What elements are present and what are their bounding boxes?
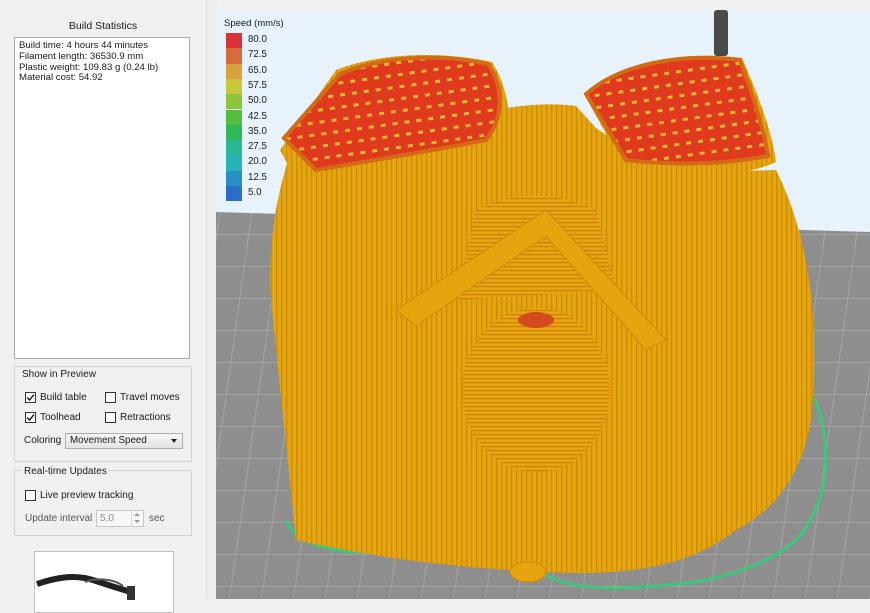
legend-title: Speed (mm/s): [224, 18, 284, 29]
legend-swatch: [226, 109, 242, 125]
travel-moves-label: Travel moves: [120, 392, 180, 403]
legend-value: 12.5: [248, 171, 267, 183]
coloring-label: Coloring: [24, 435, 62, 446]
realtime-updates-group: Real-time Updates Live preview tracking …: [14, 466, 192, 536]
spin-down-icon[interactable]: [134, 520, 140, 523]
legend-value: 5.0: [248, 187, 262, 198]
legend-swatch: [226, 94, 242, 110]
bottom-blob: [509, 561, 547, 583]
legend-swatch: [226, 170, 242, 186]
chevron-down-icon: [171, 439, 177, 443]
legend-entries: 80.0 72.5 65.0 57.5 50.0 42.5 35.0 27.5 20.0 12.5…: [224, 29, 284, 209]
retractions-label: Retractions: [120, 412, 171, 423]
print-preview-render[interactable]: [216, 10, 870, 599]
build-statistics-box[interactable]: Build time: 4 hours 44 minutes Filament …: [14, 37, 190, 359]
update-interval-value: 5,0: [100, 513, 114, 524]
legend-value: 72.5: [248, 49, 267, 61]
speed-legend: Speed (mm/s) 80.0 72.5 65.0 57.5 50.0 42.5 35.…: [224, 18, 284, 209]
cable-image-icon: [36, 574, 135, 600]
legend-value: 50.0: [248, 95, 267, 107]
coloring-dropdown-value: Movement Speed: [70, 435, 147, 446]
legend-value: 27.5: [248, 141, 267, 153]
legend-value: 42.5: [248, 110, 267, 122]
preview-viewport[interactable]: Speed (mm/s) 80.0 72.5 65.0 57.5 50.0 42.5 35.…: [216, 10, 870, 599]
legend-value: 20.0: [248, 156, 267, 168]
legend-value: 65.0: [248, 64, 267, 76]
central-dome: [462, 308, 610, 472]
build-table-label: Build table: [40, 392, 87, 403]
show-in-preview-title: Show in Preview: [22, 369, 96, 380]
checkbox-empty-icon: [25, 490, 36, 501]
spin-up-icon[interactable]: [134, 513, 140, 516]
update-interval-unit: sec: [149, 513, 165, 524]
legend-swatch: [226, 186, 242, 202]
legend-swatch: [226, 155, 242, 171]
legend-swatch: [226, 140, 242, 156]
checkbox-checked-icon: [25, 392, 36, 403]
legend-swatch: [226, 33, 242, 49]
legend-value: 80.0: [248, 34, 267, 45]
toolhead-label: Toolhead: [40, 412, 81, 423]
legend-value: 57.5: [248, 79, 267, 91]
dome-top: [518, 312, 554, 328]
build-statistics-title: Build Statistics: [68, 20, 138, 32]
checkbox-checked-icon: [25, 412, 36, 423]
stat-filament-length: Filament length: 36530.9 mm: [19, 50, 144, 62]
left-panel: Build Statistics Build time: 4 hours 44 …: [0, 0, 206, 613]
travel-moves-checkbox[interactable]: Travel moves: [105, 392, 180, 403]
checkbox-empty-icon: [105, 392, 116, 403]
checkbox-empty-icon: [105, 412, 116, 423]
retractions-checkbox[interactable]: Retractions: [105, 412, 171, 423]
realtime-updates-title: Real-time Updates: [22, 466, 109, 477]
coloring-dropdown[interactable]: Movement Speed: [65, 433, 183, 449]
update-interval-spinbox[interactable]: 5,0: [96, 510, 144, 527]
live-preview-label: Live preview tracking: [40, 490, 134, 501]
camera-thumbnail: [34, 551, 174, 613]
stat-material-cost: Material cost: 54.92: [19, 72, 103, 84]
spin-buttons[interactable]: [131, 511, 143, 526]
update-interval-label: Update interval: [25, 513, 93, 524]
toolhead-nozzle: [714, 10, 728, 56]
legend-swatch: [226, 63, 242, 79]
build-table-checkbox[interactable]: Build table: [25, 392, 87, 403]
toolhead-checkbox[interactable]: Toolhead: [25, 412, 81, 423]
live-preview-checkbox[interactable]: Live preview tracking: [25, 490, 133, 501]
show-in-preview-group: Show in Preview Build table Travel moves…: [14, 366, 192, 462]
legend-swatch: [226, 78, 242, 95]
legend-swatch: [226, 124, 242, 141]
legend-value: 35.0: [248, 125, 267, 137]
legend-swatch: [226, 48, 242, 64]
